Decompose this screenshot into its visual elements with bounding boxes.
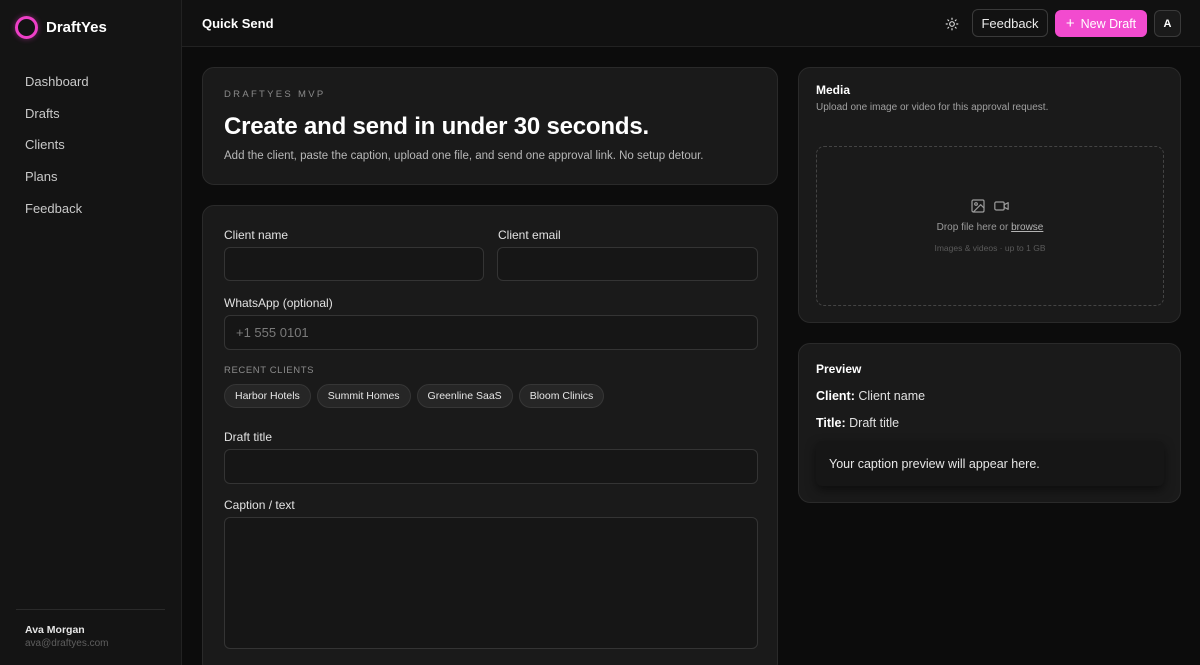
hero-eyebrow: DRAFTYES MVP bbox=[224, 89, 326, 100]
media-title: Media bbox=[816, 83, 851, 97]
recent-client-chip[interactable]: Harbor Hotels bbox=[224, 384, 311, 408]
image-icon bbox=[971, 199, 985, 213]
hero-title: Create and send in under 30 seconds. bbox=[224, 113, 649, 140]
sidebar-nav: Dashboard Drafts Clients Plans Feedback bbox=[0, 72, 181, 230]
recent-client-chip[interactable]: Bloom Clinics bbox=[518, 384, 605, 408]
preview-title-label: Title: bbox=[816, 416, 846, 430]
hero-subtitle: Add the client, paste the caption, uploa… bbox=[224, 150, 704, 162]
recent-client-chip[interactable]: Summit Homes bbox=[316, 384, 411, 408]
sidebar-item-plans[interactable]: Plans bbox=[25, 167, 181, 187]
user-name: Ava Morgan bbox=[25, 624, 85, 636]
new-draft-label: New Draft bbox=[1080, 16, 1137, 31]
user-profile[interactable]: Ava Morgan ava@draftyes.com bbox=[25, 624, 109, 649]
dropzone-hint: Images & videos · up to 1 GB bbox=[934, 243, 1046, 253]
video-icon bbox=[994, 201, 1009, 211]
new-draft-button[interactable]: + New Draft bbox=[1055, 10, 1147, 37]
whatsapp-input[interactable] bbox=[224, 315, 758, 350]
caption-textarea[interactable] bbox=[224, 517, 758, 649]
media-subtitle: Upload one image or video for this appro… bbox=[816, 102, 1049, 113]
preview-title-line: Title: Draft title bbox=[816, 416, 899, 430]
brand-name: DraftYes bbox=[46, 19, 107, 36]
sidebar-item-feedback[interactable]: Feedback bbox=[25, 199, 181, 219]
avatar[interactable]: A bbox=[1154, 10, 1181, 37]
recent-clients-label: RECENT CLIENTS bbox=[224, 365, 315, 376]
drop-file-text: Drop file here or bbox=[936, 222, 1009, 233]
preview-client-line: Client: Client name bbox=[816, 389, 925, 403]
preview-client-label: Client: bbox=[816, 389, 855, 403]
recent-client-chip[interactable]: Greenline SaaS bbox=[416, 384, 513, 408]
dropzone-icons bbox=[970, 198, 1010, 214]
plus-icon: + bbox=[1065, 15, 1075, 32]
brand[interactable]: DraftYes bbox=[15, 16, 107, 39]
client-email-label: Client email bbox=[498, 228, 561, 242]
sun-icon bbox=[945, 17, 959, 31]
client-name-input[interactable] bbox=[224, 247, 484, 281]
hero-card: DRAFTYES MVP Create and send in under 30… bbox=[202, 67, 778, 185]
preview-title-value: Draft title bbox=[849, 416, 900, 430]
preview-card: Preview Client: Client name Title: Draft… bbox=[798, 343, 1181, 503]
sidebar-item-dashboard[interactable]: Dashboard bbox=[25, 72, 181, 92]
preview-client-value: Client name bbox=[858, 389, 926, 403]
logo-ring-icon bbox=[15, 16, 38, 39]
draft-title-input[interactable] bbox=[224, 449, 758, 484]
feedback-button[interactable]: Feedback bbox=[972, 9, 1048, 37]
caption-preview-text: Your caption preview will appear here. bbox=[829, 456, 1040, 471]
top-bar: Quick Send Feedback + New Draft A bbox=[182, 0, 1200, 47]
whatsapp-label: WhatsApp (optional) bbox=[224, 296, 333, 310]
page-title: Quick Send bbox=[202, 16, 274, 31]
quick-send-form: Client name Client email WhatsApp (optio… bbox=[202, 205, 778, 665]
dropzone-text: Drop file here or browse bbox=[817, 222, 1163, 233]
recent-clients-list: Harbor Hotels Summit Homes Greenline Saa… bbox=[224, 384, 605, 408]
sidebar-divider bbox=[16, 609, 165, 610]
preview-title: Preview bbox=[816, 362, 862, 376]
user-email: ava@draftyes.com bbox=[25, 638, 109, 649]
caption-label: Caption / text bbox=[224, 498, 295, 512]
draft-title-label: Draft title bbox=[224, 430, 273, 444]
client-email-input[interactable] bbox=[497, 247, 758, 281]
media-card: Media Upload one image or video for this… bbox=[798, 67, 1181, 323]
caption-preview-box: Your caption preview will appear here. bbox=[816, 441, 1164, 486]
client-name-label: Client name bbox=[224, 228, 289, 242]
sidebar-item-clients[interactable]: Clients bbox=[25, 135, 181, 155]
app-root: DraftYes Dashboard Drafts Clients Plans … bbox=[0, 0, 1200, 665]
browse-link[interactable]: browse bbox=[1011, 222, 1043, 233]
sidebar-item-drafts[interactable]: Drafts bbox=[25, 104, 181, 124]
sidebar: DraftYes Dashboard Drafts Clients Plans … bbox=[0, 0, 182, 665]
file-dropzone[interactable]: Drop file here or browse Images & videos… bbox=[816, 146, 1164, 306]
theme-toggle-button[interactable] bbox=[942, 14, 962, 34]
